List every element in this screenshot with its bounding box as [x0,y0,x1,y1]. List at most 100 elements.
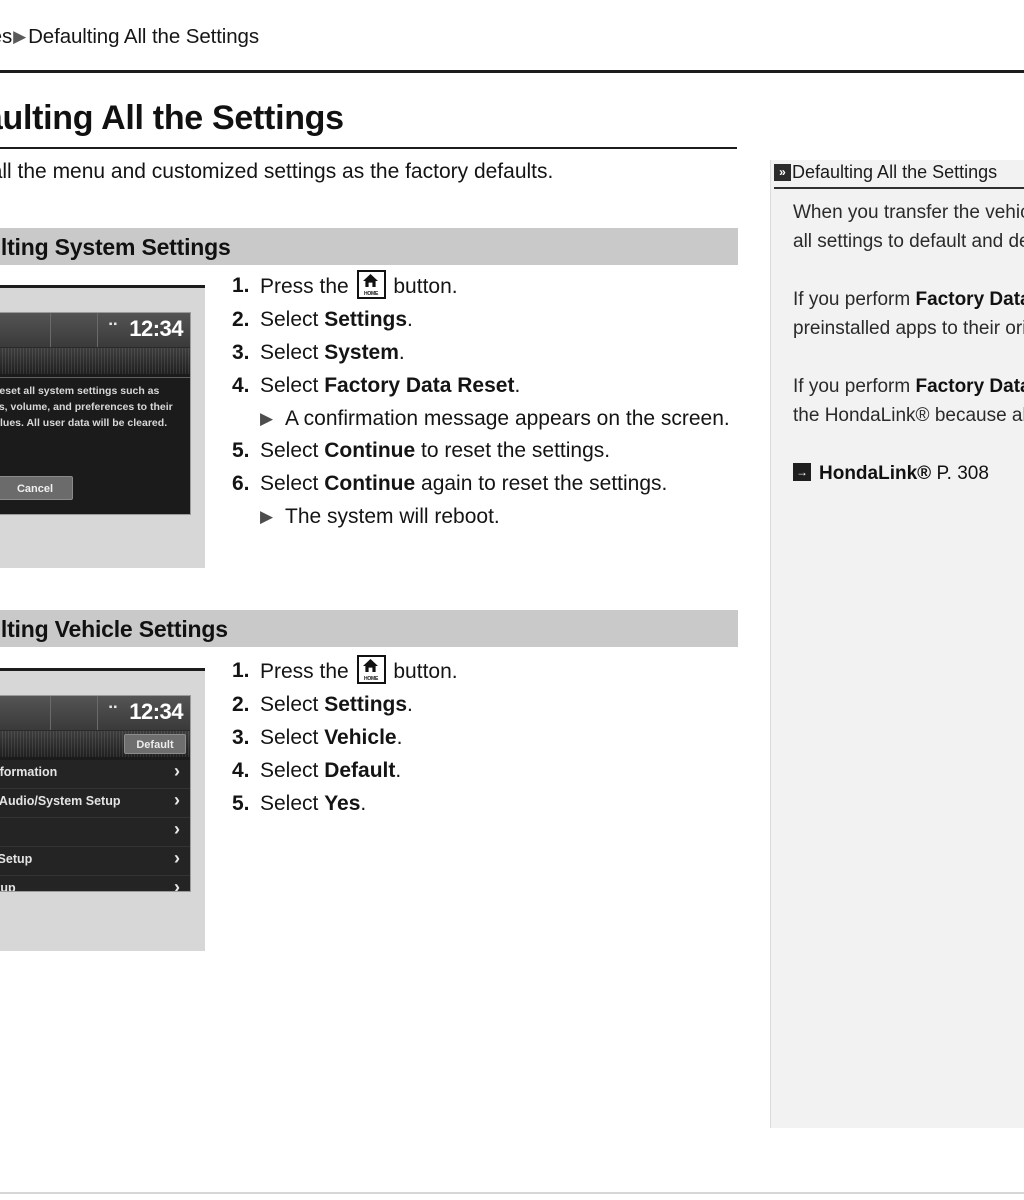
note-line: If you perform [793,289,916,310]
note-line: If you perform [793,376,916,397]
step-number: 6. [232,472,250,495]
nav-list-item[interactable]: Vehicle Setup › [0,847,190,876]
step-number: 4. [232,759,250,782]
step-text: Select [260,726,325,749]
step-text-after: . [395,759,402,782]
nav-list-label: Display/Audio/System Setup [0,794,121,808]
note-header: » Defaulting All the Settings [771,160,1024,188]
step-target: Settings [324,308,408,331]
step-item: 1. Press the HOME button. [232,655,752,688]
section-band-vehicle: Defaulting Vehicle Settings [0,610,738,647]
steps-list-vehicle: 1. Press the HOME button. 2. Select Settin… [232,655,752,821]
step-text-after: button. [387,660,458,683]
nav-list-item[interactable]: Navi Setup › [0,876,190,892]
nav-list-item[interactable]: Clock/Information › [0,760,190,789]
step-item: 5. Select Yes. [232,788,752,820]
note-header-divider [774,187,1024,189]
step-item: 3. Select System. [232,337,752,369]
step-item: 2. Select Settings. [232,304,752,336]
header-divider [0,70,1024,73]
chevron-right-icon: › [174,790,180,810]
step-number: 3. [232,341,250,364]
signal-icon: ▪▪ [108,319,118,330]
step-text: Select [260,308,325,331]
note-emphasis: Factory Data Reset [915,289,1024,310]
nav-screen-confirmation: ▪▪ 12:34 This will reset all system sett… [0,312,191,515]
step-text: Select [260,341,325,364]
step-item: 4. Select Factory Data Reset. [232,370,752,402]
step-target: Default [324,759,396,782]
nav-settings-list: Clock/Information › Display/Audio/System … [0,760,190,892]
triangle-bullet-icon: ▶ [260,409,274,428]
chevron-right-icon: › [174,761,180,781]
step-text-after: again to reset the settings. [415,472,668,495]
step-item: 3. Select Vehicle. [232,722,752,754]
note-panel: » Defaulting All the Settings When you t… [770,160,1024,1128]
chevron-right-icon: › [174,819,180,839]
substep-text: A confirmation message appears on the sc… [285,407,730,430]
breadcrumb-parent[interactable]: Features [0,25,12,48]
home-key-label: HOME [363,676,379,682]
intro-text: Reset all the menu and customized settin… [0,160,554,183]
step-target: Continue [324,439,416,462]
nav-default-button[interactable]: Default [124,734,186,754]
step-text: Select [260,759,325,782]
breadcrumb-current: Defaulting All the Settings [28,25,260,48]
step-text-after: button. [387,275,458,298]
nav-clock: 12:34 [129,699,183,724]
step-number: 2. [232,308,250,331]
step-target: System [324,341,399,364]
steps-list-system: 1. Press the HOME button. 2. Select Settin… [232,270,752,533]
status-segment-2 [51,696,98,730]
step-text-after: . [514,374,521,397]
step-text: Select [260,472,325,495]
nav-list-item[interactable]: Display/Audio/System Setup › [0,789,190,818]
step-item: 4. Select Default. [232,755,752,787]
step-item: 5. Select Continue to reset the settings. [232,435,752,467]
step-target: Factory Data Reset [324,374,515,397]
nav-texture-strip [0,348,190,374]
note-paragraph: If you perform Factory Data Reset, you c… [793,372,1024,430]
note-ref-page: P. 308 [936,463,989,484]
nav-clock: 12:34 [129,316,183,341]
section-band-system: Defaulting System Settings [0,228,738,265]
breadcrumb: Features▶Defaulting All the Settings [0,25,259,49]
nav-list-label: Clock/Information [0,765,58,779]
step-text: Select [260,693,325,716]
nav-list-label: Navi Setup [0,881,16,892]
step-text: Press the [260,660,355,683]
figure-system-screen: ▪▪ 12:34 This will reset all system sett… [0,285,205,568]
step-text: Press the [260,275,355,298]
step-text-after: . [398,341,405,364]
step-number: 5. [232,792,250,815]
step-number: 5. [232,439,250,462]
note-line: the HondaLink® because all account data … [793,405,1024,426]
step-target: Settings [324,693,408,716]
note-body: When you transfer the vehicle to a third… [793,198,1024,488]
step-text: Select [260,439,325,462]
status-segment-1 [0,696,51,730]
note-paragraph: When you transfer the vehicle to a third… [793,198,1024,256]
breadcrumb-separator-icon: ▶ [13,27,27,46]
arrow-right-icon: → [793,463,811,481]
substep-text: The system will reboot. [285,505,500,528]
manual-page: Features▶Defaulting All the Settings Def… [0,0,1024,1200]
nav-cancel-button[interactable]: Cancel [0,476,73,500]
step-text-after: . [360,792,367,815]
step-item: 1. Press the HOME button. [232,270,752,303]
step-text: Select [260,792,325,815]
section-title-system: Defaulting System Settings [0,234,231,260]
section-title-vehicle: Defaulting Vehicle Settings [0,616,228,642]
note-line: When you transfer the vehicle to a third… [793,202,1024,223]
nav-list-item[interactable]: Camera› [0,818,190,847]
step-target: Vehicle [324,726,397,749]
step-text-after: to reset the settings. [415,439,611,462]
page-title: Defaulting All the Settings [0,99,344,137]
home-button-icon: HOME [356,655,386,684]
step-number: 3. [232,726,250,749]
note-line: preinstalled apps to their original stat… [793,318,1024,339]
note-cross-reference[interactable]: → HondaLink® P. 308 [793,459,1024,488]
home-key-label: HOME [363,291,379,297]
figure-vehicle-screen: ▪▪ 12:34 Default Clock/Information › Disp… [0,668,205,951]
note-paragraph: If you perform Factory Data Reset, it re… [793,285,1024,343]
